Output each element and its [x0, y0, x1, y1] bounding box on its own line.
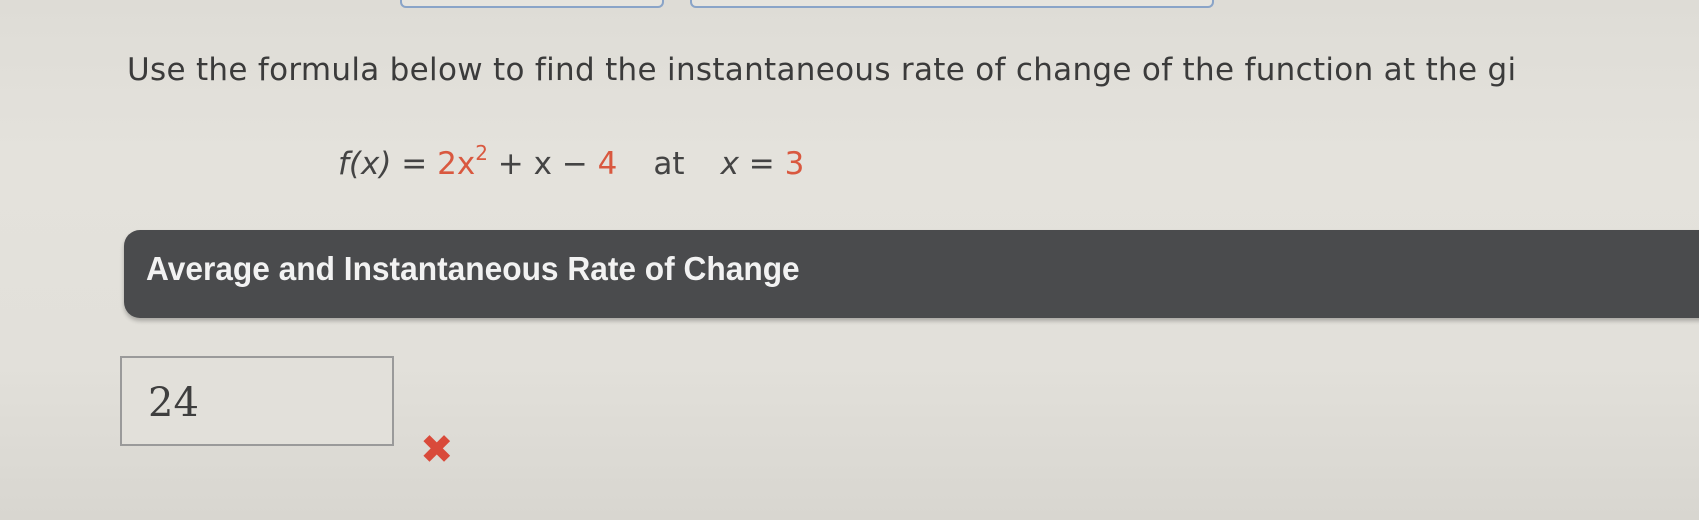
top-tab-left[interactable] — [400, 0, 664, 8]
formula-exponent: 2 — [475, 141, 488, 165]
x-mark-icon: ✖ — [420, 427, 454, 473]
top-tab-right[interactable] — [690, 0, 1214, 8]
formula-middle: + x − — [487, 146, 598, 182]
formula-lhs: f(x) = — [338, 146, 438, 182]
formula-constant: 4 — [597, 146, 618, 182]
formula-at-label: at — [653, 146, 685, 182]
banner-title: Average and Instantaneous Rate of Change — [146, 250, 800, 287]
function-formula: f(x) = 2x2 + x − 4 at x = 3 — [338, 143, 805, 182]
question-text: Use the formula below to find the instan… — [127, 52, 1517, 88]
answer-input[interactable]: 24 — [120, 356, 394, 446]
formula-variable: x = — [720, 146, 785, 182]
formula-coefficient: 2x — [437, 146, 476, 182]
formula-point-value: 3 — [784, 146, 805, 182]
answer-value: 24 — [148, 380, 199, 426]
section-banner: Average and Instantaneous Rate of Change — [124, 230, 1699, 318]
